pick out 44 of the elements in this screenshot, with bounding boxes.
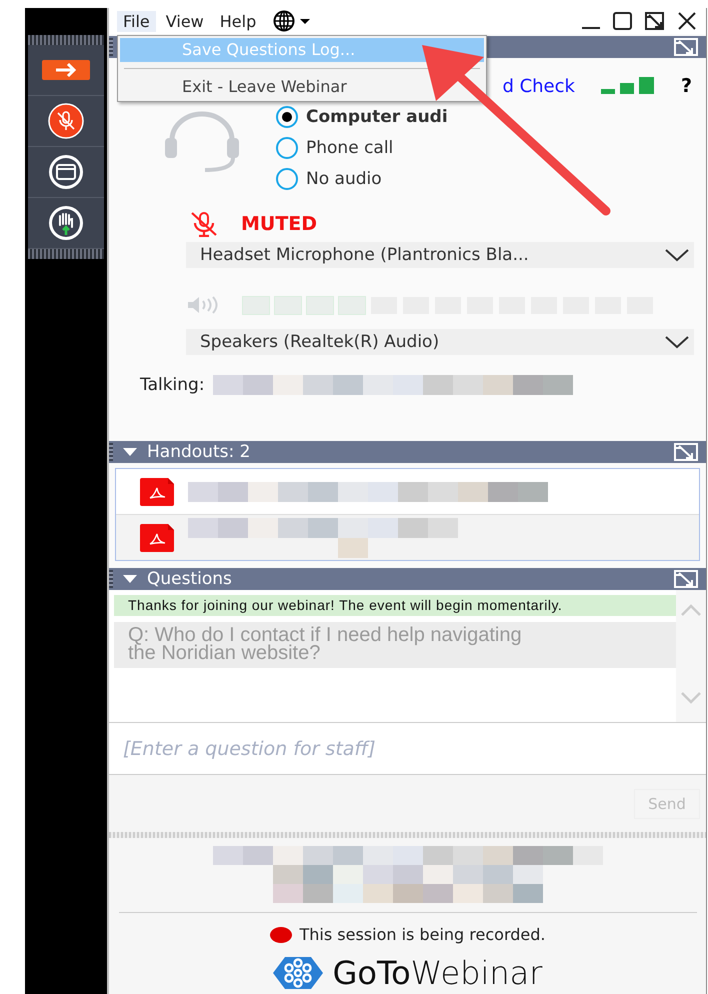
collapse-triangle-icon[interactable] [123, 574, 137, 584]
chevron-down-icon [664, 248, 690, 262]
panel-header[interactable]: Questions [109, 568, 706, 590]
talking-label: Talking: [140, 375, 205, 395]
maximize-icon[interactable] [612, 11, 634, 31]
hand-icon [48, 205, 84, 241]
radio-button[interactable] [276, 106, 298, 128]
pdf-file-icon [140, 524, 176, 552]
brand-logo-text: GoToWebinar [332, 954, 542, 992]
flower-logo-icon [272, 956, 323, 990]
close-icon[interactable] [676, 11, 698, 31]
radio-button[interactable] [276, 136, 298, 158]
signal-bars-icon [600, 77, 655, 95]
recording-dot-icon [270, 926, 292, 942]
grip-handle[interactable] [28, 35, 104, 45]
pop-out-icon[interactable] [644, 11, 666, 31]
device-dropdown[interactable]: Headset Microphone (Plantronics Bla... [186, 242, 694, 268]
question-input-field[interactable]: [Enter a question for staff] [109, 723, 706, 775]
handout-item[interactable] [116, 514, 699, 560]
help-button[interactable]: ? [680, 75, 692, 97]
panel-title: Questions [147, 569, 232, 589]
radio-label: Phone call [306, 138, 394, 158]
radio-label: No audio [306, 168, 382, 188]
chevron-down-icon [664, 335, 690, 349]
menu-item[interactable]: File [117, 10, 156, 32]
menu-item[interactable]: View [160, 10, 210, 32]
question-message: Q: Who do I contact if I need help navigating the Noridian website? [114, 622, 676, 668]
menu-item[interactable]: Help [214, 10, 262, 32]
headset-icon [162, 110, 242, 172]
device-dropdown[interactable]: Speakers (Realtek(R) Audio) [186, 329, 694, 355]
radio-button[interactable] [276, 168, 298, 190]
recording-notice: This session is being recorded. [300, 925, 546, 944]
pdf-file-icon [140, 478, 176, 506]
menu-option[interactable]: Exit - Leave Webinar [120, 75, 484, 99]
collapse-triangle-icon[interactable] [123, 447, 137, 457]
muted-microphone-icon [48, 103, 84, 139]
announcement-message: Thanks for joining our webinar! The event will begin momentarily. [114, 595, 676, 616]
grip-handle[interactable] [28, 249, 104, 259]
panel-title: Handouts: 2 [147, 442, 250, 462]
radio-label: Computer audi [306, 106, 448, 126]
mute-status: MUTED [241, 213, 318, 235]
window-icon [48, 154, 84, 190]
audio-check-link[interactable]: d Check [502, 76, 575, 96]
panel-header[interactable]: Handouts: 2 [109, 441, 706, 463]
